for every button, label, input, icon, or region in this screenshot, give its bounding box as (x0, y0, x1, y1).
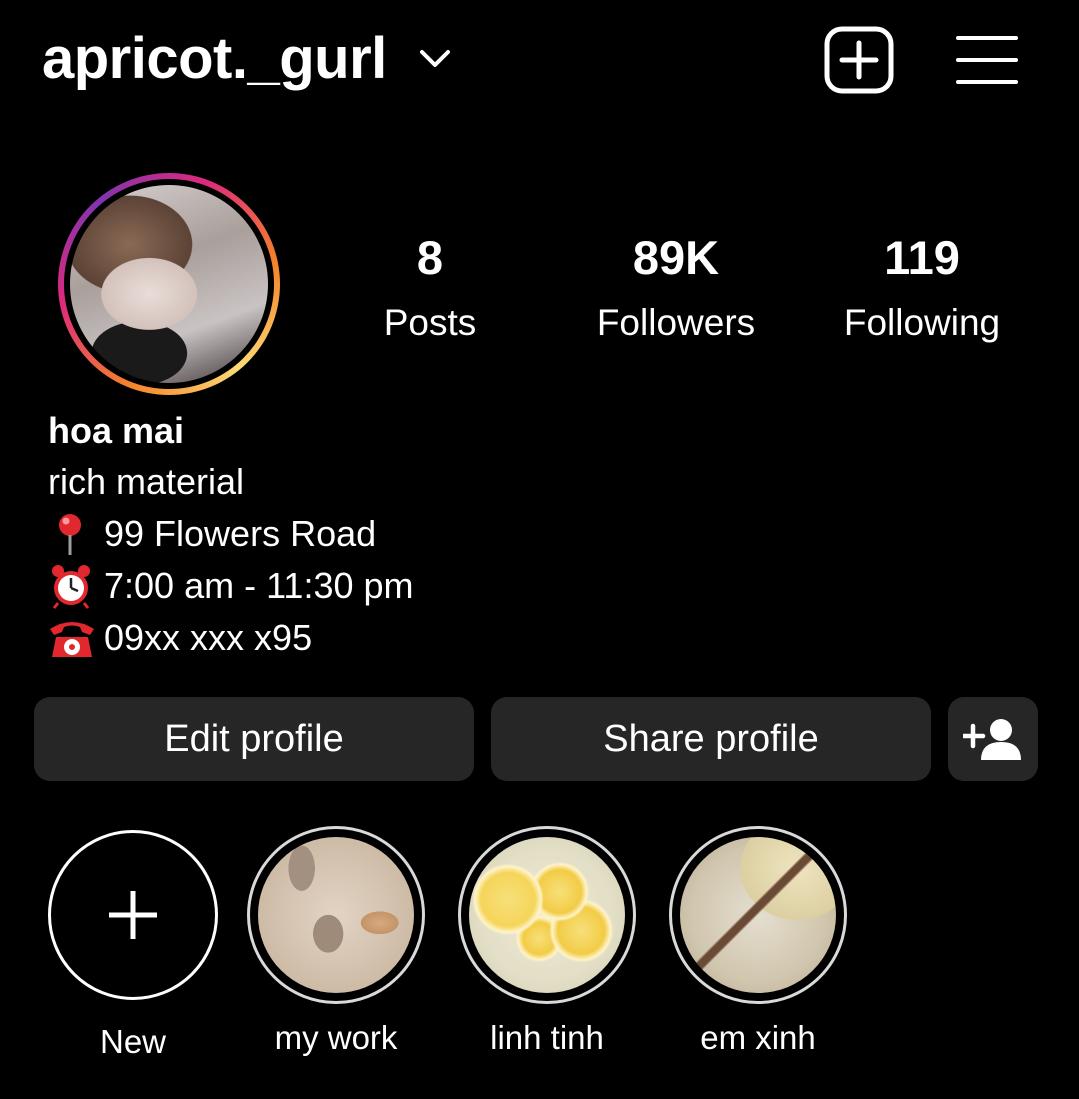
posts-count: 8 (416, 231, 444, 284)
highlight-linh-tinh[interactable]: linh tinh (458, 826, 636, 1060)
profile-avatar[interactable] (58, 173, 280, 395)
stat-following[interactable]: 119 Following (812, 226, 1032, 356)
account-switcher[interactable]: apricot._gurl (42, 24, 453, 94)
telephone-icon (50, 622, 94, 657)
hamburger-menu-icon[interactable] (956, 34, 1018, 86)
highlight-label: my work (274, 1019, 398, 1056)
highlight-label: em xinh (700, 1019, 816, 1056)
bio-hours: 7:00 am - 11:30 pm (104, 565, 414, 606)
highlight-my-work[interactable]: my work (247, 826, 425, 1060)
plus-icon (109, 891, 157, 939)
highlight-ring (669, 826, 847, 1004)
round-pushpin-icon (59, 514, 81, 555)
alarm-clock-icon (52, 565, 90, 609)
share-profile-button[interactable]: Share profile (491, 697, 931, 781)
plus-square-icon[interactable] (824, 26, 894, 94)
bio-category: rich material (48, 461, 245, 502)
display-name: hoa mai (48, 410, 185, 451)
bio-address-line: 99 Flowers Road (48, 508, 414, 560)
profile-screen: apricot._gurl 8 Posts 89K Followers 119 (0, 0, 1079, 1099)
highlight-em-xinh[interactable]: em xinh (669, 826, 847, 1060)
top-bar: apricot._gurl (0, 0, 1079, 130)
add-person-icon (963, 719, 1021, 760)
highlight-cover-image (680, 837, 836, 993)
bio-phone-line: 09xx xxx x95 (48, 612, 414, 664)
stat-posts[interactable]: 8 Posts (320, 226, 540, 356)
new-highlight-circle (48, 830, 218, 1000)
following-count: 119 (884, 231, 960, 284)
highlight-ring (247, 826, 425, 1004)
bio-address: 99 Flowers Road (104, 513, 377, 554)
avatar-gap (64, 179, 274, 389)
stat-followers[interactable]: 89K Followers (566, 226, 786, 356)
highlight-label: linh tinh (490, 1019, 604, 1056)
highlight-cover-image (258, 837, 414, 993)
edit-profile-button[interactable]: Edit profile (34, 697, 474, 781)
discover-people-button[interactable] (948, 697, 1038, 781)
followers-label: Followers (596, 302, 756, 343)
chevron-down-icon (419, 50, 450, 67)
username: apricot._gurl (42, 26, 387, 91)
posts-label: Posts (383, 302, 477, 343)
followers-count: 89K (632, 231, 720, 284)
profile-bio: hoa mai rich material 99 Flowers Road 7:… (48, 406, 414, 664)
highlight-new[interactable]: New (48, 830, 218, 1064)
highlight-cover-image (469, 837, 625, 993)
highlight-ring (458, 826, 636, 1004)
highlight-label: New (99, 1023, 167, 1060)
bio-hours-line: 7:00 am - 11:30 pm (48, 560, 414, 612)
following-label: Following (843, 302, 1001, 343)
bio-phone: 09xx xxx x95 (104, 617, 313, 658)
avatar-image (70, 185, 268, 383)
